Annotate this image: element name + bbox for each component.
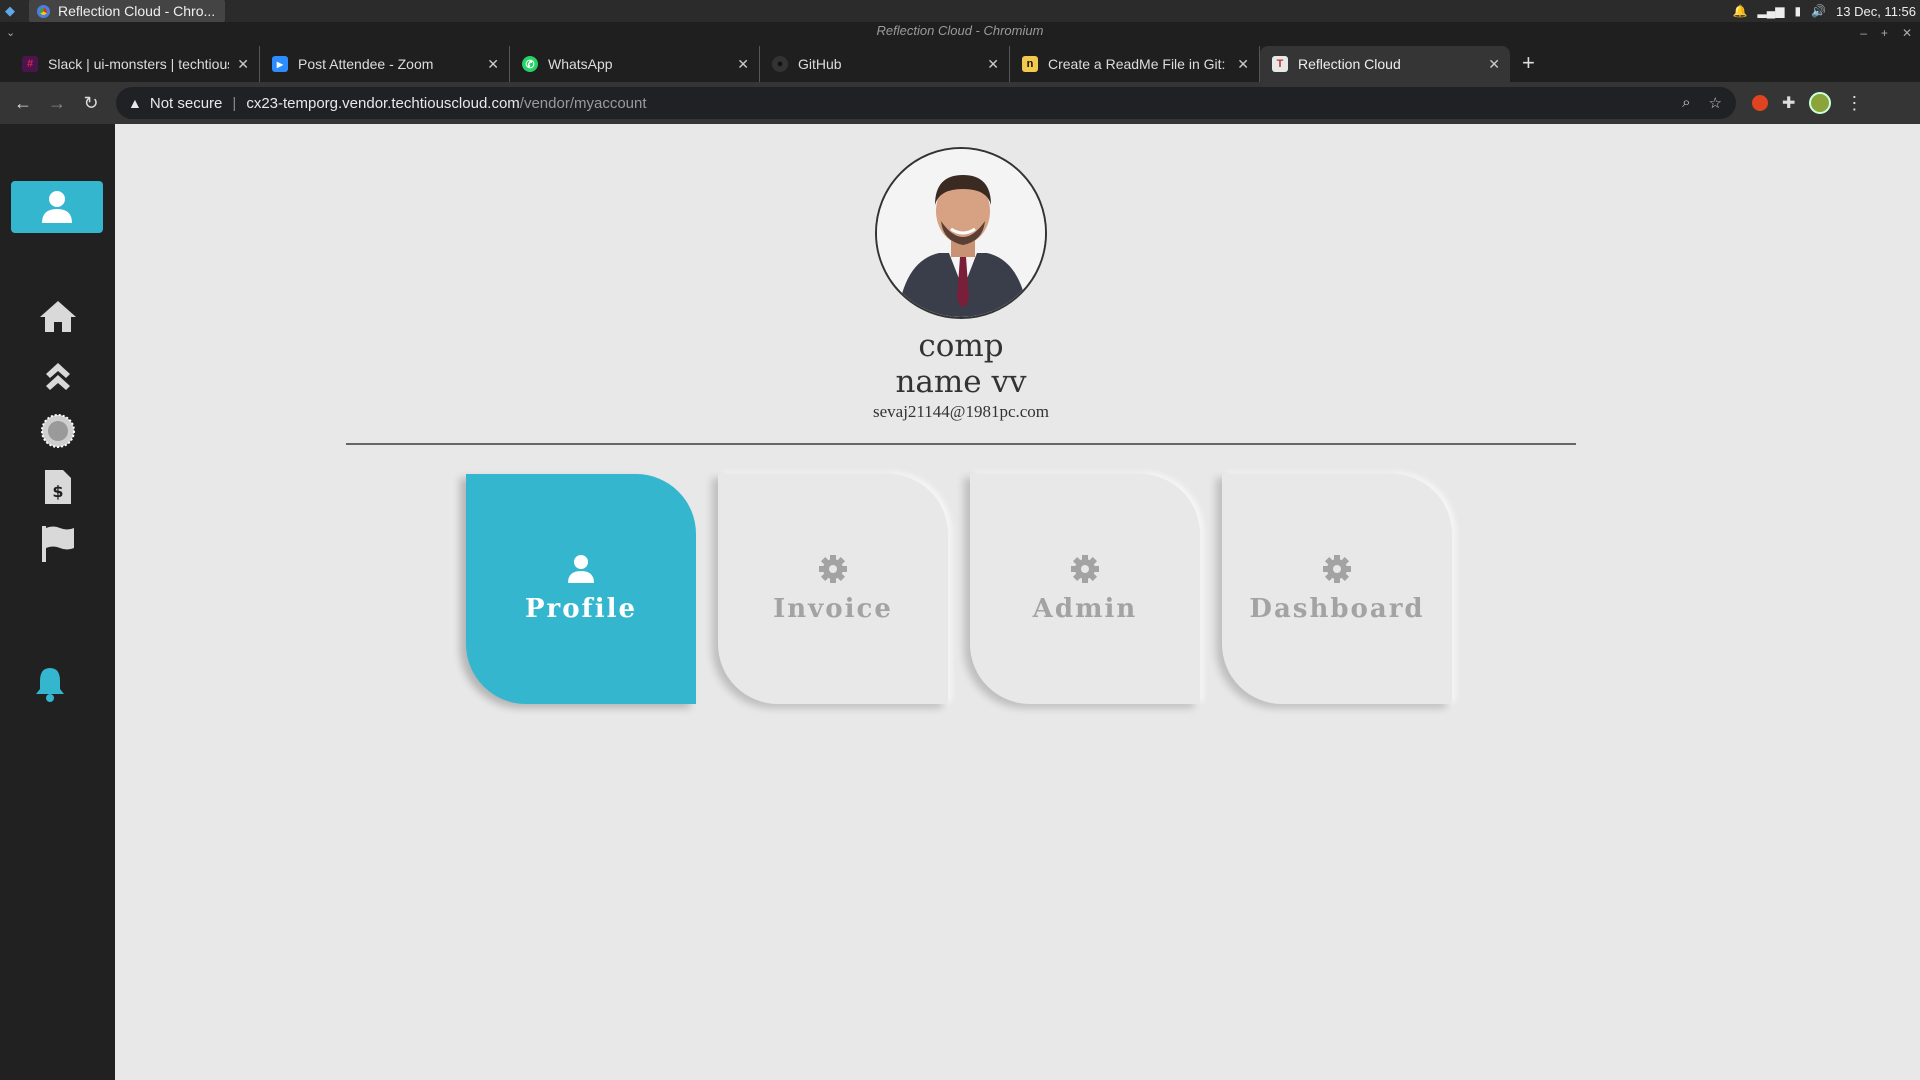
tab-title: Post Attendee - Zoom xyxy=(298,56,434,72)
gear-icon xyxy=(1070,554,1100,584)
minimize-icon[interactable]: – xyxy=(1860,24,1867,42)
user-icon xyxy=(42,191,72,223)
gear-icon xyxy=(818,554,848,584)
notification-bell-icon[interactable]: 🔔 xyxy=(1733,4,1748,18)
zoom-favicon-icon: ▶ xyxy=(272,56,288,72)
system-tray: 🔔 ▂▄▆ ▮ 🔊 13 Dec, 11:56 xyxy=(1733,4,1916,19)
card-label: Invoice xyxy=(773,594,893,624)
taskbar-window-button[interactable]: Reflection Cloud - Chro... xyxy=(29,0,226,22)
extensions-puzzle-icon[interactable]: ✚ xyxy=(1782,93,1795,113)
tab-github[interactable]: ● GitHub ✕ xyxy=(760,46,1010,82)
profile-avatar[interactable] xyxy=(875,147,1047,319)
invoice-dollar-icon: $ xyxy=(45,470,71,504)
tab-readme[interactable]: n Create a ReadMe File in Git: F ✕ xyxy=(1010,46,1260,82)
clock[interactable]: 13 Dec, 11:56 xyxy=(1836,4,1916,19)
security-label[interactable]: Not secure xyxy=(150,95,223,112)
extension-icon[interactable] xyxy=(1752,95,1768,111)
new-tab-icon[interactable]: + xyxy=(1522,50,1535,76)
window-controls: – + ✕ xyxy=(1860,24,1912,42)
tab-title: Create a ReadMe File in Git: F xyxy=(1048,56,1230,72)
burst-icon xyxy=(41,414,75,448)
card-label: Admin xyxy=(1032,594,1138,624)
close-window-icon[interactable]: ✕ xyxy=(1902,24,1912,42)
maximize-icon[interactable]: + xyxy=(1881,24,1888,42)
back-arrow-icon[interactable]: ← xyxy=(6,93,40,114)
sidebar-item-settings[interactable] xyxy=(36,411,80,451)
admin-card[interactable]: Admin xyxy=(970,474,1200,704)
tab-title: Reflection Cloud xyxy=(1298,56,1401,72)
os-taskbar: ◆ Reflection Cloud - Chro... 🔔 ▂▄▆ ▮ 🔊 1… xyxy=(0,0,1920,22)
profile-email: sevaj21144@1981pc.com xyxy=(872,402,1050,421)
address-bar[interactable]: ▲ Not secure | cx23-temporg.vendor.techt… xyxy=(116,87,1736,119)
forward-arrow-icon[interactable]: → xyxy=(40,93,74,114)
tab-title: Slack | ui-monsters | techtious xyxy=(48,56,230,72)
window-menu-icon[interactable]: ⌄ xyxy=(6,24,15,42)
profile-avatar-icon[interactable] xyxy=(1809,92,1832,114)
warning-icon[interactable]: ▲ xyxy=(128,95,142,111)
tab-strip: # Slack | ui-monsters | techtious ✕ ▶ Po… xyxy=(0,42,1920,82)
double-chevron-up-icon xyxy=(46,363,70,390)
sidebar-account-button[interactable] xyxy=(11,181,103,233)
gear-icon xyxy=(1322,554,1352,584)
github-favicon-icon: ● xyxy=(772,56,788,72)
tab-close-icon[interactable]: ✕ xyxy=(1488,56,1500,73)
zoom-icon[interactable]: ⌕ xyxy=(1682,94,1690,112)
tab-slack[interactable]: # Slack | ui-monsters | techtious ✕ xyxy=(10,46,260,82)
tab-whatsapp[interactable]: ✆ WhatsApp ✕ xyxy=(510,46,760,82)
card-label: Dashboard xyxy=(1249,594,1425,624)
profile-name-line-1: comp xyxy=(918,328,1004,364)
slack-favicon-icon: # xyxy=(22,56,38,72)
bell-icon xyxy=(36,668,64,702)
card-label: Profile xyxy=(524,594,638,624)
sidebar-item-home[interactable] xyxy=(36,296,80,336)
battery-icon[interactable]: ▮ xyxy=(1794,4,1801,18)
signal-icon[interactable]: ▂▄▆ xyxy=(1757,4,1784,18)
home-icon xyxy=(40,301,76,332)
tab-close-icon[interactable]: ✕ xyxy=(987,56,999,73)
invoice-card[interactable]: Invoice xyxy=(718,474,948,704)
flag-icon xyxy=(42,526,74,562)
dashboard-card[interactable]: Dashboard xyxy=(1222,474,1452,704)
sidebar-item-upgrade[interactable] xyxy=(36,354,80,394)
sidebar-item-invoice[interactable]: $ xyxy=(36,467,80,507)
extensions-area: ✚ ⋮ xyxy=(1752,92,1863,114)
reflection-cloud-favicon-icon: T xyxy=(1272,56,1288,72)
tab-close-icon[interactable]: ✕ xyxy=(237,56,249,73)
reload-icon[interactable]: ↻ xyxy=(74,93,108,114)
svg-text:$: $ xyxy=(52,482,63,501)
url-host[interactable]: cx23-temporg.vendor.techtiouscloud.com xyxy=(246,95,519,112)
window-title: Reflection Cloud - Chromium xyxy=(876,23,1044,38)
os-menu-icon[interactable]: ◆ xyxy=(5,4,19,18)
readme-favicon-icon: n xyxy=(1022,56,1038,72)
app-sidebar: $ xyxy=(0,124,115,1080)
tab-reflection-cloud[interactable]: T Reflection Cloud ✕ xyxy=(1260,46,1510,82)
sidebar-item-notifications[interactable] xyxy=(28,664,72,704)
address-separator: | xyxy=(232,94,237,112)
browser-toolbar: ← → ↻ ▲ Not secure | cx23-temporg.vendor… xyxy=(0,82,1920,124)
taskbar-window-title: Reflection Cloud - Chro... xyxy=(58,3,216,19)
omnibox-actions: ⌕ ☆ xyxy=(1682,94,1722,112)
tab-close-icon[interactable]: ✕ xyxy=(737,56,749,73)
tab-title: GitHub xyxy=(798,56,842,72)
main-content: comp name vv sevaj21144@1981pc.com Profi… xyxy=(115,124,1920,1080)
tab-title: WhatsApp xyxy=(548,56,613,72)
chromium-icon xyxy=(37,4,50,18)
volume-icon[interactable]: 🔊 xyxy=(1811,4,1826,18)
profile-name-line-2: name vv xyxy=(895,364,1027,400)
browser-menu-icon[interactable]: ⋮ xyxy=(1845,93,1863,114)
person-portrait-icon xyxy=(877,149,1045,317)
whatsapp-favicon-icon: ✆ xyxy=(522,56,538,72)
tab-close-icon[interactable]: ✕ xyxy=(487,56,499,73)
url-path[interactable]: /vendor/myaccount xyxy=(520,95,647,112)
user-icon xyxy=(566,554,596,584)
tab-zoom[interactable]: ▶ Post Attendee - Zoom ✕ xyxy=(260,46,510,82)
tab-close-icon[interactable]: ✕ xyxy=(1237,56,1249,73)
bookmark-star-icon[interactable]: ☆ xyxy=(1709,94,1722,112)
sidebar-item-reports[interactable] xyxy=(36,524,80,564)
profile-card[interactable]: Profile xyxy=(466,474,696,704)
section-divider xyxy=(346,443,1576,445)
